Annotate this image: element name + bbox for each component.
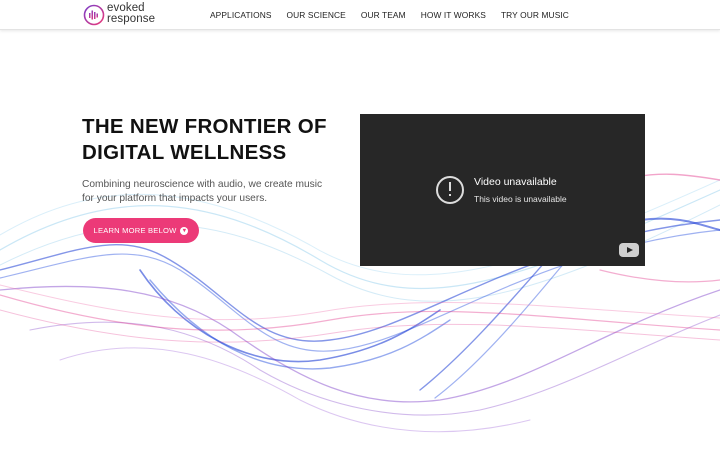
brand-logo[interactable]: evoked response xyxy=(83,2,173,27)
nav-our-science[interactable]: OUR SCIENCE xyxy=(287,10,346,20)
video-player[interactable]: Video unavailable This video is unavaila… xyxy=(360,114,645,266)
nav-our-team[interactable]: OUR TEAM xyxy=(361,10,406,20)
nav-try-our-music[interactable]: TRY OUR MUSIC xyxy=(501,10,569,20)
hero-title-line1: THE NEW FRONTIER OF xyxy=(82,115,327,138)
hero-subtitle-line2: for your platform that impacts your user… xyxy=(82,193,268,204)
logo-mark-icon xyxy=(83,4,105,26)
chevron-down-circle-icon: ▾ xyxy=(180,226,189,235)
hero-subtitle-line1: Combining neuroscience with audio, we cr… xyxy=(82,179,323,190)
nav-how-it-works[interactable]: HOW IT WORKS xyxy=(421,10,486,20)
learn-more-button[interactable]: LEARN MORE BELOW ▾ xyxy=(83,218,199,243)
alert-icon xyxy=(436,176,464,204)
site-header: evoked response APPLICATIONS OUR SCIENCE… xyxy=(0,0,720,30)
nav-applications[interactable]: APPLICATIONS xyxy=(210,10,272,20)
hero-subtitle: Combining neuroscience with audio, we cr… xyxy=(82,178,342,206)
hero-title-line2: DIGITAL WELLNESS xyxy=(82,141,287,164)
hero-title: THE NEW FRONTIER OF DIGITAL WELLNESS xyxy=(82,114,362,166)
video-message: This video is unavailable xyxy=(474,194,567,204)
learn-more-label: LEARN MORE BELOW xyxy=(93,226,177,235)
youtube-logo-icon[interactable] xyxy=(619,243,639,257)
brand-name-line2: response xyxy=(107,13,156,25)
main-nav: APPLICATIONS OUR SCIENCE OUR TEAM HOW IT… xyxy=(210,0,584,30)
video-title: Video unavailable xyxy=(474,176,557,188)
brand-name: evoked response xyxy=(107,2,156,25)
